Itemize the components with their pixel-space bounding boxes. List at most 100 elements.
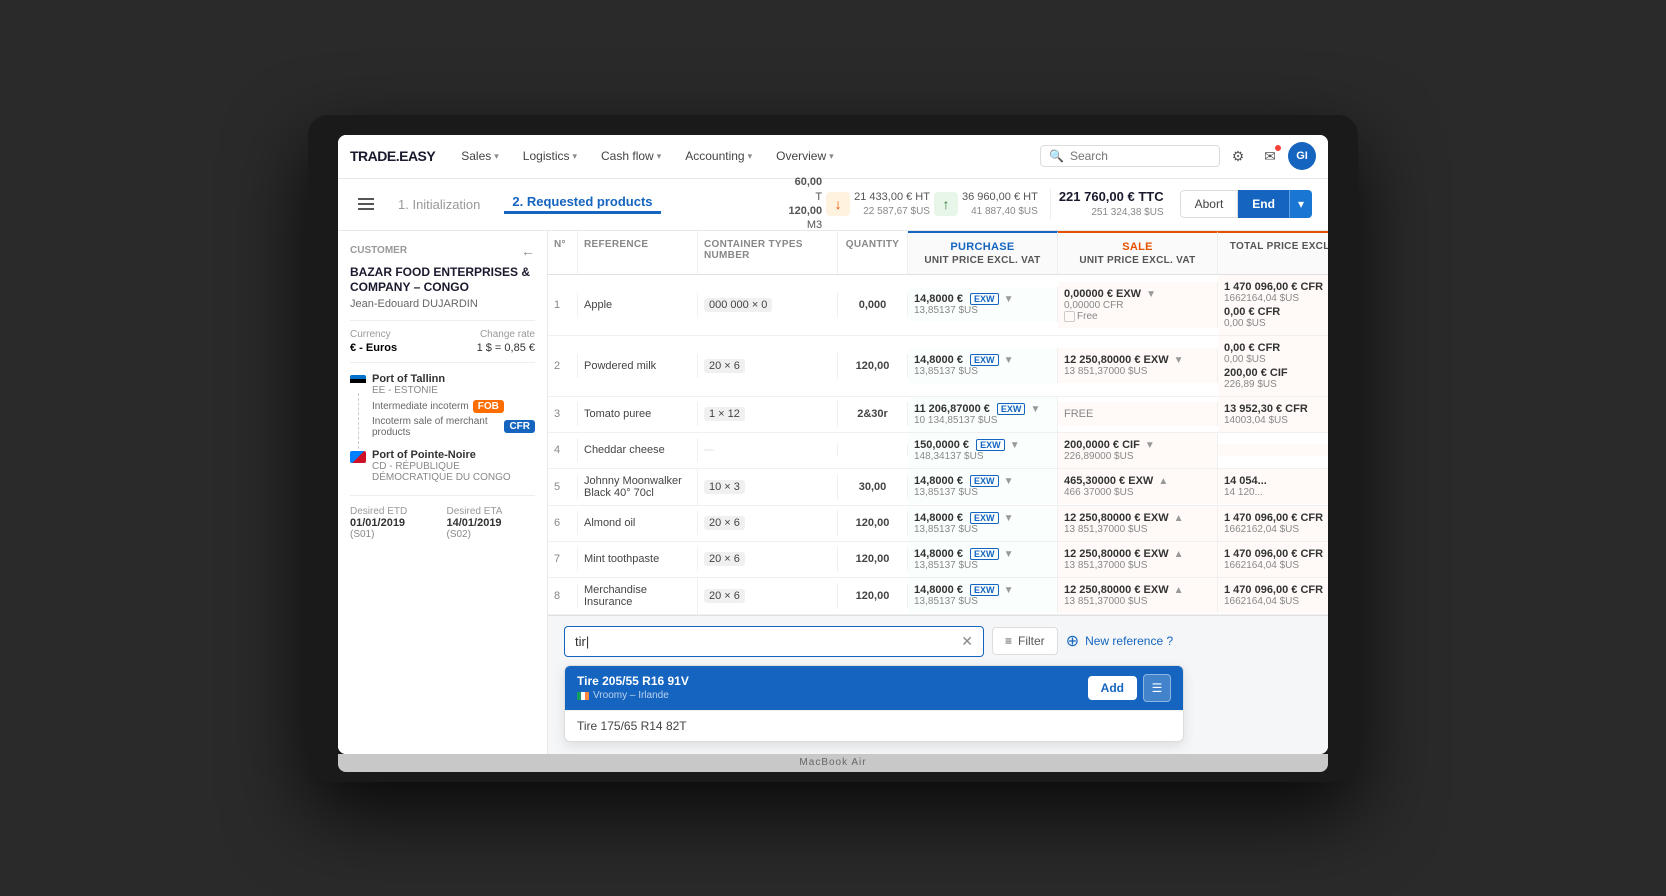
clear-search-button[interactable]: ✕ <box>961 633 973 650</box>
cell-num: 4 <box>548 438 578 462</box>
new-reference-button[interactable]: ⊕ New reference ? <box>1066 631 1173 651</box>
search-input[interactable] <box>1070 149 1211 163</box>
cell-container: 20 × 6 <box>698 510 838 536</box>
purchase-chevron-icon[interactable]: ▼ <box>1031 404 1041 415</box>
ht1-metric: 21 433,00 € HT 22 587,67 $US <box>854 190 930 217</box>
th-sale-unit: Sale Unit price excl. VAT <box>1058 231 1218 274</box>
cell-purchase-price: 14,8000 € EXW ▼ 13,85137 $US <box>908 578 1058 613</box>
cell-total-price: 13 952,30 € CFR 14003,04 $US <box>1218 397 1328 432</box>
detail-button[interactable]: ☰ <box>1143 674 1171 702</box>
table-row[interactable]: 1 Apple 000 000 × 0 0,000 14,8000 € EXW … <box>548 275 1328 336</box>
th-num: N° <box>548 231 578 274</box>
cell-container <box>698 443 838 457</box>
purchase-chevron-icon[interactable]: ▼ <box>1010 440 1020 451</box>
cell-quantity: 0,000 <box>838 293 908 317</box>
cell-num: 1 <box>548 293 578 317</box>
cell-quantity: 120,00 <box>838 354 908 378</box>
nav-cashflow[interactable]: Cash flow ▾ <box>591 145 671 167</box>
end-dropdown-button[interactable]: ▾ <box>1289 190 1312 218</box>
cell-total-price <box>1218 444 1328 456</box>
table-row[interactable]: 8 Merchandise Insurance 20 × 6 120,00 14… <box>548 578 1328 615</box>
cell-reference: Mint toothpaste <box>578 547 698 571</box>
menu-button[interactable] <box>354 194 378 214</box>
sale-chevron-icon[interactable]: ▲ <box>1174 549 1184 560</box>
user-avatar[interactable]: GI <box>1288 142 1316 170</box>
th-purchase: Purchase Unit price excl. VAT <box>908 231 1058 274</box>
cell-num: 5 <box>548 475 578 499</box>
product-search-input[interactable] <box>575 634 953 649</box>
cell-container: 1 × 12 <box>698 401 838 427</box>
plus-circle-icon: ⊕ <box>1066 631 1079 651</box>
cell-sale-price: 12 250,80000 € EXW ▲ 13 851,37000 $US <box>1058 506 1218 541</box>
table-row[interactable]: 5 Johnny Moonwalker Black 40° 70cl 10 × … <box>548 469 1328 506</box>
accounting-chevron-icon: ▾ <box>748 151 753 162</box>
port-pointe-noire-info: Port of Pointe-Noire CD - RÉPUBLIQUE DÉM… <box>372 449 535 487</box>
sale-chevron-icon[interactable]: ▼ <box>1145 440 1155 451</box>
sale-chevron-icon[interactable]: ▼ <box>1146 289 1156 300</box>
product-search-box[interactable]: ✕ <box>564 626 984 657</box>
dropdown-item[interactable]: Tire 175/65 R14 82T <box>565 711 1183 741</box>
cell-reference: Apple <box>578 293 698 317</box>
purchase-chevron-icon[interactable]: ▼ <box>1004 476 1014 487</box>
sidebar-back-button[interactable]: ← <box>521 243 535 259</box>
eta-block: Desired ETA 14/01/2019 (S02) <box>447 506 536 540</box>
laptop-brand: MacBook Air <box>338 754 1328 772</box>
purchase-chevron-icon[interactable]: ▼ <box>1004 294 1014 305</box>
cell-purchase-price: 14,8000 € EXW ▼ 13,85137 $US <box>908 542 1058 577</box>
table-row[interactable]: 4 Cheddar cheese 150,0000 € EXW ▼ 148,34… <box>548 433 1328 469</box>
sidebar: Customer ← BAZAR FOOD ENTERPRISES & COMP… <box>338 231 548 754</box>
settings-button[interactable]: ⚙ <box>1224 142 1252 170</box>
main-content: Customer ← BAZAR FOOD ENTERPRISES & COMP… <box>338 231 1328 754</box>
cell-num: 2 <box>548 354 578 378</box>
sale-chevron-icon[interactable]: ▲ <box>1174 585 1184 596</box>
cell-quantity <box>838 444 908 456</box>
add-product-button[interactable]: Add <box>1088 676 1137 700</box>
search-dropdown-area: ✕ ≡ Filter ⊕ New reference ? Ti <box>548 615 1328 754</box>
purchase-chevron-icon[interactable]: ▼ <box>1004 355 1014 366</box>
cell-quantity: 120,00 <box>838 511 908 535</box>
filter-button[interactable]: ≡ Filter <box>992 627 1058 655</box>
qty-metric: 60,00 T 120,00 M3 <box>788 175 822 232</box>
customer-section-label: Customer ← <box>350 243 535 259</box>
table-row[interactable]: 2 Powdered milk 20 × 6 120,00 14,8000 € … <box>548 336 1328 397</box>
dropdown-item[interactable]: Tire 205/55 R16 91V Vroomy – Irlande Add… <box>565 666 1183 711</box>
search-box[interactable]: 🔍 <box>1040 145 1220 167</box>
sale-incoterm-row: Incoterm sale of merchant products CFR <box>372 416 535 438</box>
end-button[interactable]: End <box>1238 190 1289 218</box>
cell-total-price: 1 470 096,00 € CFR 1662164,04 $US 0,00 €… <box>1218 275 1328 335</box>
overview-chevron-icon: ▾ <box>829 151 834 162</box>
congo-flag <box>350 451 366 463</box>
sale-chevron-icon[interactable]: ▲ <box>1158 476 1168 487</box>
table-row[interactable]: 7 Mint toothpaste 20 × 6 120,00 14,8000 … <box>548 542 1328 578</box>
cell-reference: Almond oil <box>578 511 698 535</box>
ttc-metric: 221 760,00 € TTC 251 324,38 $US <box>1050 189 1164 219</box>
table-area: N° Reference Container types number Quan… <box>548 231 1328 754</box>
step-1[interactable]: 1. Initialization <box>390 197 488 212</box>
table-row[interactable]: 3 Tomato puree 1 × 12 2&30r 11 206,87000… <box>548 397 1328 433</box>
nav-logistics[interactable]: Logistics ▾ <box>513 145 587 167</box>
purchase-chevron-icon[interactable]: ▼ <box>1004 585 1014 596</box>
step-2[interactable]: 2. Requested products <box>504 194 660 214</box>
nav-overview[interactable]: Overview ▾ <box>766 145 844 167</box>
sale-chevron-icon[interactable]: ▲ <box>1174 513 1184 524</box>
th-reference: Reference <box>578 231 698 274</box>
abort-button[interactable]: Abort <box>1180 190 1239 218</box>
nav-accounting[interactable]: Accounting ▾ <box>675 145 762 167</box>
cell-quantity: 30,00 <box>838 475 908 499</box>
mail-badge <box>1274 144 1282 152</box>
dropdown-item-sub: Vroomy – Irlande <box>577 690 1088 701</box>
cashflow-chevron-icon: ▾ <box>657 151 662 162</box>
mail-button[interactable]: ✉ <box>1256 142 1284 170</box>
purchase-chevron-icon[interactable]: ▼ <box>1004 549 1014 560</box>
cell-num: 6 <box>548 511 578 535</box>
brand-logo: TRADE.EASY <box>350 148 435 164</box>
th-container: Container types number <box>698 231 838 274</box>
table-row[interactable]: 6 Almond oil 20 × 6 120,00 14,8000 € EXW… <box>548 506 1328 542</box>
cell-container: 20 × 6 <box>698 353 838 379</box>
purchase-chevron-icon[interactable]: ▼ <box>1004 513 1014 524</box>
nav-sales[interactable]: Sales ▾ <box>451 145 509 167</box>
cell-reference: Johnny Moonwalker Black 40° 70cl <box>578 469 698 505</box>
port-section: Port of Tallinn EE - ESTONIE Intermediat… <box>350 373 535 487</box>
cell-reference: Tomato puree <box>578 402 698 426</box>
sale-chevron-icon[interactable]: ▼ <box>1174 355 1184 366</box>
